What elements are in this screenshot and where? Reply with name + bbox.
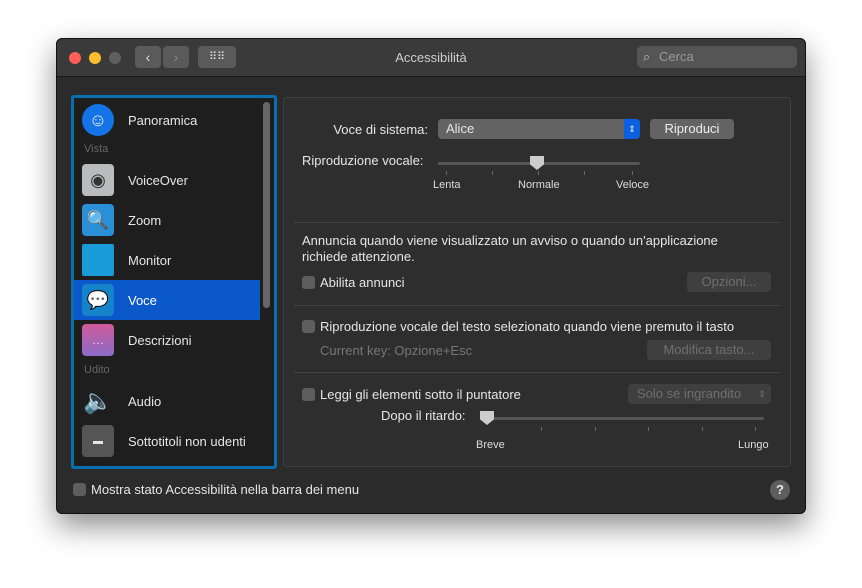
- delay-thumb[interactable]: [480, 411, 494, 425]
- voiceover-icon: ◉: [82, 164, 114, 196]
- checkbox-label: Riproduzione vocale del testo selezionat…: [320, 319, 735, 334]
- sidebar-item-label: VoiceOver: [128, 172, 188, 188]
- captions-icon: ▬: [82, 425, 114, 457]
- sidebar-item-zoom[interactable]: 🔍 Zoom: [74, 200, 260, 240]
- sidebar-item-label: Panoramica: [128, 112, 198, 128]
- pointer-mode-select[interactable]: Solo se ingrandito ⇕: [628, 384, 771, 404]
- sidebar-item-label: Voce: [128, 292, 157, 308]
- sidebar-item-voiceover[interactable]: ◉ VoiceOver: [74, 160, 260, 200]
- sidebar-item-label: Monitor: [128, 252, 172, 268]
- speech-rate-thumb[interactable]: [530, 156, 544, 170]
- delay-label: Dopo il ritardo:: [381, 408, 466, 423]
- rate-max-label: Veloce: [616, 179, 650, 191]
- rate-min-label: Lenta: [433, 179, 461, 191]
- sidebar-scrollbar[interactable]: [263, 102, 270, 308]
- section-udito: Udito: [84, 364, 110, 376]
- section-vista: Vista: [84, 143, 109, 155]
- voice-settings-panel: Voce di sistema: Alice ⇕ Riproduci Ripro…: [283, 97, 791, 467]
- title-bar: ‹ › ⠿⠿ Accessibilità ⌕ Cerca: [57, 39, 805, 77]
- sidebar-item-sottotitoli[interactable]: ▬ Sottotitoli non udenti: [74, 421, 260, 461]
- checkbox[interactable]: [73, 483, 86, 496]
- checkbox[interactable]: [302, 320, 315, 333]
- delay-max-label: Lungo: [738, 439, 769, 451]
- current-key-label: Current key: Opzione+Esc: [320, 343, 473, 358]
- show-status-checkbox[interactable]: Mostra stato Accessibilità nella barra d…: [73, 482, 359, 497]
- sidebar-item-monitor[interactable]: Monitor: [74, 240, 260, 280]
- sidebar-item-panoramica[interactable]: ☺ Panoramica: [74, 100, 260, 140]
- accessibility-icon: ☺: [82, 104, 114, 136]
- search-input[interactable]: ⌕ Cerca: [637, 46, 797, 68]
- sidebar: ☺ Panoramica Vista ◉ VoiceOver 🔍 Zoom Monit…: [71, 95, 277, 469]
- descriptions-icon: …: [82, 324, 114, 356]
- sidebar-item-label: Sottotitoli non udenti: [128, 433, 246, 449]
- enable-announce-checkbox[interactable]: Abilita annunci: [302, 275, 405, 290]
- system-voice-value: Alice: [446, 121, 475, 136]
- checkbox[interactable]: [302, 276, 315, 289]
- system-voice-label: Voce di sistema:: [333, 122, 428, 137]
- speak-selected-checkbox[interactable]: Riproduzione vocale del testo selezionat…: [302, 319, 734, 334]
- delay-min-label: Breve: [476, 439, 505, 451]
- speak-pointer-checkbox[interactable]: Leggi gli elementi sotto il puntatore: [302, 387, 521, 402]
- zoom-icon: 🔍: [82, 204, 114, 236]
- help-button[interactable]: ?: [770, 480, 790, 500]
- sidebar-item-label: Descrizioni: [128, 332, 192, 348]
- search-placeholder: Cerca: [659, 49, 694, 64]
- monitor-icon: [82, 244, 114, 276]
- checkbox-label: Abilita annunci: [320, 275, 405, 290]
- speech-rate-label: Riproduzione vocale:: [302, 153, 424, 168]
- change-key-button[interactable]: Modifica tasto...: [647, 340, 771, 360]
- system-voice-select[interactable]: Alice ⇕: [438, 119, 640, 139]
- sidebar-item-label: Audio: [128, 393, 162, 409]
- options-button[interactable]: Opzioni...: [687, 272, 771, 292]
- speaker-icon: 🔈: [83, 387, 113, 415]
- announce-description: Annuncia quando viene visualizzato un av…: [302, 233, 718, 264]
- rate-mid-label: Normale: [518, 179, 560, 191]
- sidebar-item-label: Zoom: [128, 212, 162, 228]
- checkbox-label: Mostra stato Accessibilità nella barra d…: [91, 482, 360, 497]
- checkbox[interactable]: [302, 388, 315, 401]
- speech-icon: 💬: [82, 284, 114, 316]
- play-button[interactable]: Riproduci: [650, 119, 734, 139]
- chevron-updown-icon: ⇕: [758, 389, 766, 399]
- checkbox-label: Leggi gli elementi sotto il puntatore: [320, 387, 521, 402]
- chevron-updown-icon: ⇕: [624, 119, 640, 139]
- search-icon: ⌕: [643, 49, 651, 64]
- sidebar-item-voce[interactable]: 💬 Voce: [74, 280, 260, 320]
- sidebar-item-audio[interactable]: 🔈 Audio: [74, 381, 260, 421]
- pointer-mode-value: Solo se ingrandito: [637, 386, 742, 401]
- sidebar-item-descrizioni[interactable]: … Descrizioni: [74, 320, 260, 360]
- preferences-window: ‹ › ⠿⠿ Accessibilità ⌕ Cerca ☺ Panoramica …: [56, 38, 806, 514]
- delay-slider[interactable]: [482, 417, 764, 420]
